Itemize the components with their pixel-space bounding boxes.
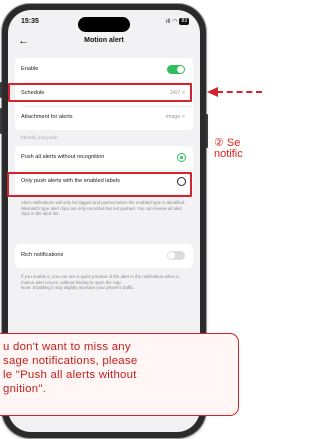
rich-card: Rich notifications <box>15 244 193 268</box>
rich-note: If you enable it, you can see a quick pr… <box>21 274 179 291</box>
identify-note: Alert notifications will only be lagged … <box>21 200 186 217</box>
battery-icon: 83 <box>179 18 189 25</box>
identify-section-label: Identify and push <box>21 136 58 141</box>
status-time: 15:35 <box>21 18 39 25</box>
rich-row[interactable]: Rich notifications <box>15 244 193 268</box>
attachment-row[interactable]: Attachment for alerts Image > <box>15 106 193 130</box>
push-all-option[interactable]: Push all alerts without recognition <box>15 146 193 170</box>
signal-icon: ıll <box>165 18 171 25</box>
callout-text: u don't want to miss any sage notificati… <box>3 341 138 395</box>
rich-label: Rich notifications <box>21 252 64 258</box>
enable-highlight-box <box>8 83 192 102</box>
push-all-highlight-box <box>7 172 192 197</box>
status-icons: ıll ◠ 83 <box>166 18 189 25</box>
step-annotation-text: ② Se notific <box>214 138 243 160</box>
rich-toggle[interactable] <box>167 251 185 260</box>
phone-power-button <box>206 114 208 148</box>
attachment-value: Image > <box>165 114 185 120</box>
dynamic-island <box>78 17 130 32</box>
toggle-knob <box>177 66 184 73</box>
dashed-arrow-line <box>217 91 262 93</box>
enable-toggle[interactable] <box>167 65 185 74</box>
push-all-label: Push all alerts without recognition <box>21 154 105 160</box>
toggle-knob <box>168 252 175 259</box>
nav-bar: ← Motion alert <box>8 34 200 52</box>
page-title: Motion alert <box>84 37 124 44</box>
callout-box: u don't want to miss any sage notificati… <box>0 333 239 416</box>
wifi-icon: ◠ <box>172 19 178 25</box>
enable-label: Enable <box>21 66 39 72</box>
phone-volume-button <box>0 108 2 134</box>
phone-side-button <box>0 82 2 98</box>
attachment-label: Attachment for alerts <box>21 114 73 120</box>
enable-row[interactable]: Enable <box>15 58 193 82</box>
radio-selected-icon[interactable] <box>177 153 186 162</box>
